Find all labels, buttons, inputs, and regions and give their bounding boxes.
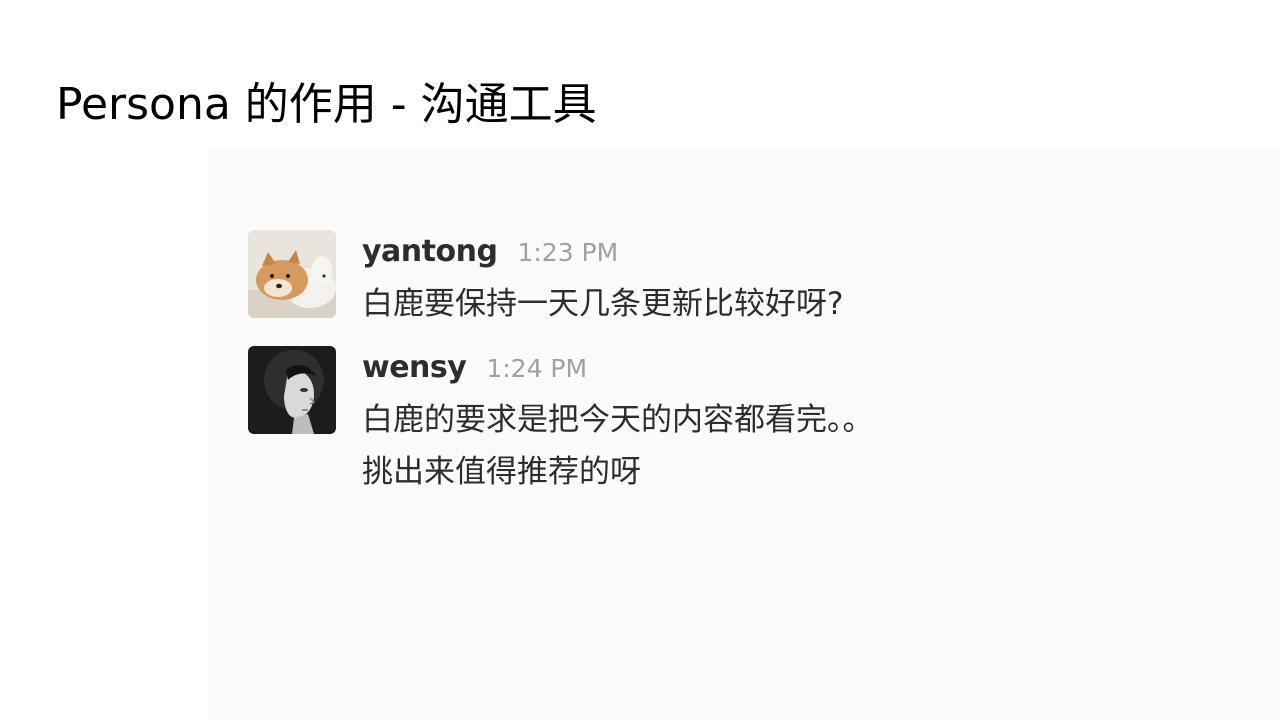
message-text: 白鹿的要求是把今天的内容都看完。。 [362, 402, 874, 438]
message-header: yantong 1:23 PM [362, 234, 1122, 278]
message-body: wensy 1:24 PM 白鹿的要求是把今天的内容都看完。。 挑出来值得推荐的… [362, 350, 1122, 498]
slide-title: Persona 的作用 - 沟通工具 [56, 79, 597, 130]
dog-avatar-icon[interactable] [248, 230, 336, 318]
timestamp[interactable]: 1:23 PM [517, 238, 618, 267]
message-text: 白鹿要保持一天几条更新比较好呀? [362, 286, 844, 322]
message-body: yantong 1:23 PM 白鹿要保持一天几条更新比较好呀? [362, 234, 1122, 330]
message-header: wensy 1:24 PM [362, 350, 1122, 394]
woman-portrait-avatar-icon[interactable] [248, 346, 336, 434]
chat-panel: yantong 1:23 PM 白鹿要保持一天几条更新比较好呀? wensy 1… [208, 150, 1280, 719]
message-text: 挑出来值得推荐的呀 [362, 454, 641, 490]
username[interactable]: yantong [362, 234, 498, 269]
username[interactable]: wensy [362, 350, 467, 385]
timestamp[interactable]: 1:24 PM [486, 354, 587, 383]
